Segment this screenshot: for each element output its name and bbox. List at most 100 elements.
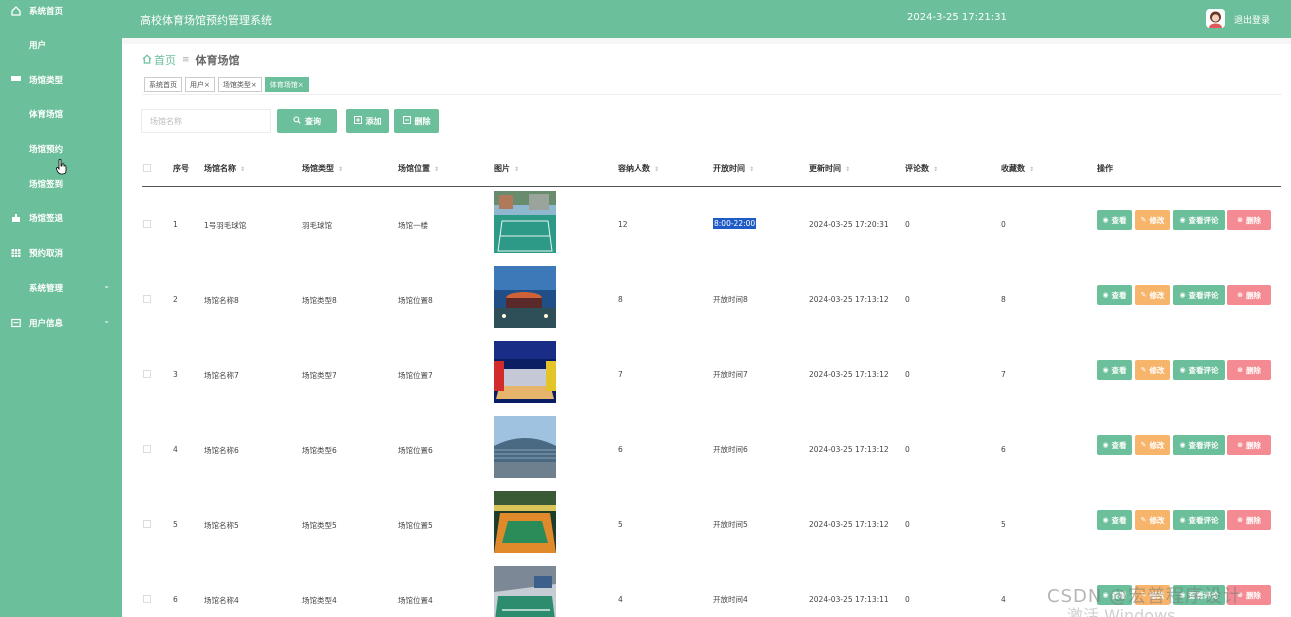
tag-users[interactable]: 用户× [185,77,215,92]
view-comments-button[interactable]: ◉ 查看评论 [1173,360,1225,380]
sidebar-item-checkout[interactable]: 场馆签退 [0,201,122,235]
open-time-cell: 开放时间6 [713,444,748,455]
venue-name: 1号羽毛球馆 [204,221,247,230]
close-circle-icon: ⊗ [1237,366,1243,374]
row-index: 2 [173,295,178,304]
eye-icon: ◉ [1179,291,1186,299]
view-comments-button[interactable]: ◉ 查看评论 [1173,210,1225,230]
col-header[interactable]: 开放时间 ⇕ [713,163,754,174]
sidebar-item-users[interactable]: 用户 [0,28,122,62]
venue-image[interactable] [494,491,556,553]
eye-icon: ◉ [1102,291,1109,299]
sidebar-item-label: 系统管理 [29,284,64,294]
row-checkbox[interactable] [143,295,151,303]
col-header[interactable]: 容纳人数 ⇕ [618,163,659,174]
edit-button[interactable]: ✎ 修改 [1135,360,1170,380]
col-header[interactable]: 评论数 ⇕ [905,163,938,174]
comment-count: 0 [905,295,910,304]
table-row: 1 1号羽毛球馆 羽毛球馆 场馆一楼 12 8:00-22:00 2024-03… [142,186,1281,261]
view-button[interactable]: ◉ 查看 [1097,285,1132,305]
row-checkbox[interactable] [143,220,151,228]
view-button[interactable]: ◉ 查看 [1097,510,1132,530]
view-button[interactable]: ◉ 查看 [1097,360,1132,380]
row-checkbox[interactable] [143,520,151,528]
close-circle-icon: ⊗ [1237,441,1243,449]
venue-image[interactable] [494,566,556,617]
edit-button[interactable]: ✎ 修改 [1135,435,1170,455]
row-delete-button[interactable]: ⊗ 删除 [1227,360,1271,380]
venue-name-search-input[interactable]: 场馆名称 [141,109,271,133]
row-delete-button[interactable]: ⊗ 删除 [1227,435,1271,455]
activation-watermark: 激活 Windows [1067,606,1176,617]
col-header[interactable]: 收藏数 ⇕ [1001,163,1034,174]
list-icon [11,75,21,85]
row-delete-button[interactable]: ⊗ 删除 [1227,285,1271,305]
venue-type: 场馆类型4 [302,596,337,605]
select-all-checkbox[interactable] [143,164,151,172]
sidebar-item-label: 场馆签到 [29,180,64,190]
venue-image[interactable] [494,266,556,328]
venue-image[interactable] [494,191,556,253]
col-header[interactable]: 场馆位置 ⇕ [398,163,439,174]
table-row: 3 场馆名称7 场馆类型7 场馆位置7 7 开放时间7 2024-03-25 1… [142,336,1281,411]
sidebar-item-venues[interactable]: 体育场馆 [0,97,122,131]
tag-venue-type[interactable]: 场馆类型× [217,77,262,92]
row-checkbox[interactable] [143,370,151,378]
add-button[interactable]: 添加 [346,109,389,133]
venue-image[interactable] [494,341,556,403]
edit-icon: ✎ [1140,441,1147,449]
open-time-cell: 开放时间8 [713,294,748,305]
edit-icon: ✎ [1140,516,1147,524]
close-circle-icon: ⊗ [1237,291,1243,299]
col-header[interactable]: 更新时间 ⇕ [809,163,850,174]
view-comments-button[interactable]: ◉ 查看评论 [1173,285,1225,305]
venue-type: 场馆类型6 [302,446,337,455]
tag-home[interactable]: 系统首页 [144,77,182,92]
edit-button[interactable]: ✎ 修改 [1135,510,1170,530]
close-circle-icon: ⊗ [1237,216,1243,224]
sidebar-item-label: 预约取消 [29,249,64,259]
row-index: 6 [173,595,178,604]
view-comments-button[interactable]: ◉ 查看评论 [1173,510,1225,530]
sidebar-item-cancel[interactable]: 预约取消 [0,236,122,270]
open-time-cell: 8:00-22:00 [713,218,757,229]
capacity-value: 12 [618,220,628,229]
row-delete-button[interactable]: ⊗ 删除 [1227,210,1271,230]
sidebar-item-home[interactable]: 系统首页 [0,0,122,28]
row-checkbox[interactable] [143,445,151,453]
logout-link[interactable]: 退出登录 [1234,13,1270,26]
home-icon [11,6,21,16]
comment-count: 0 [905,370,910,379]
row-delete-button[interactable]: ⊗ 删除 [1227,510,1271,530]
delete-button[interactable]: 删除 [394,109,439,133]
col-header[interactable]: 图片 ⇕ [494,163,519,174]
view-button[interactable]: ◉ 查看 [1097,210,1132,230]
comment-count: 0 [905,220,910,229]
sidebar-item-venue-type[interactable]: 场馆类型 [0,63,122,97]
sidebar-item-system[interactable]: 系统管理 ⌄ [0,271,122,305]
view-comments-button[interactable]: ◉ 查看评论 [1173,435,1225,455]
sort-icon: ⇕ [654,166,660,173]
venue-type: 场馆类型5 [302,521,337,530]
col-header[interactable]: 场馆名称 ⇕ [204,163,245,174]
view-button[interactable]: ◉ 查看 [1097,435,1132,455]
venue-image[interactable] [494,416,556,478]
breadcrumb-home[interactable]: 首页 [154,52,176,68]
sidebar-item-label: 场馆类型 [29,76,64,86]
grid-icon [11,283,21,293]
col-header[interactable]: 场馆类型 ⇕ [302,163,343,174]
edit-button[interactable]: ✎ 修改 [1135,210,1170,230]
query-button[interactable]: 查询 [277,109,337,133]
tag-venues[interactable]: 体育场馆× [264,77,309,92]
row-checkbox[interactable] [143,595,151,603]
grid-icon [11,40,21,50]
comment-count: 0 [905,445,910,454]
venue-name: 场馆名称4 [204,596,239,605]
avatar[interactable] [1206,9,1225,28]
open-time-value: 8:00-22:00 [713,218,757,229]
comment-count: 0 [905,595,910,604]
sort-icon: ⇕ [845,166,851,173]
sidebar-item-userinfo[interactable]: 用户信息 ⌄ [0,306,122,340]
edit-button[interactable]: ✎ 修改 [1135,285,1170,305]
sort-icon: ⇕ [1029,166,1035,173]
